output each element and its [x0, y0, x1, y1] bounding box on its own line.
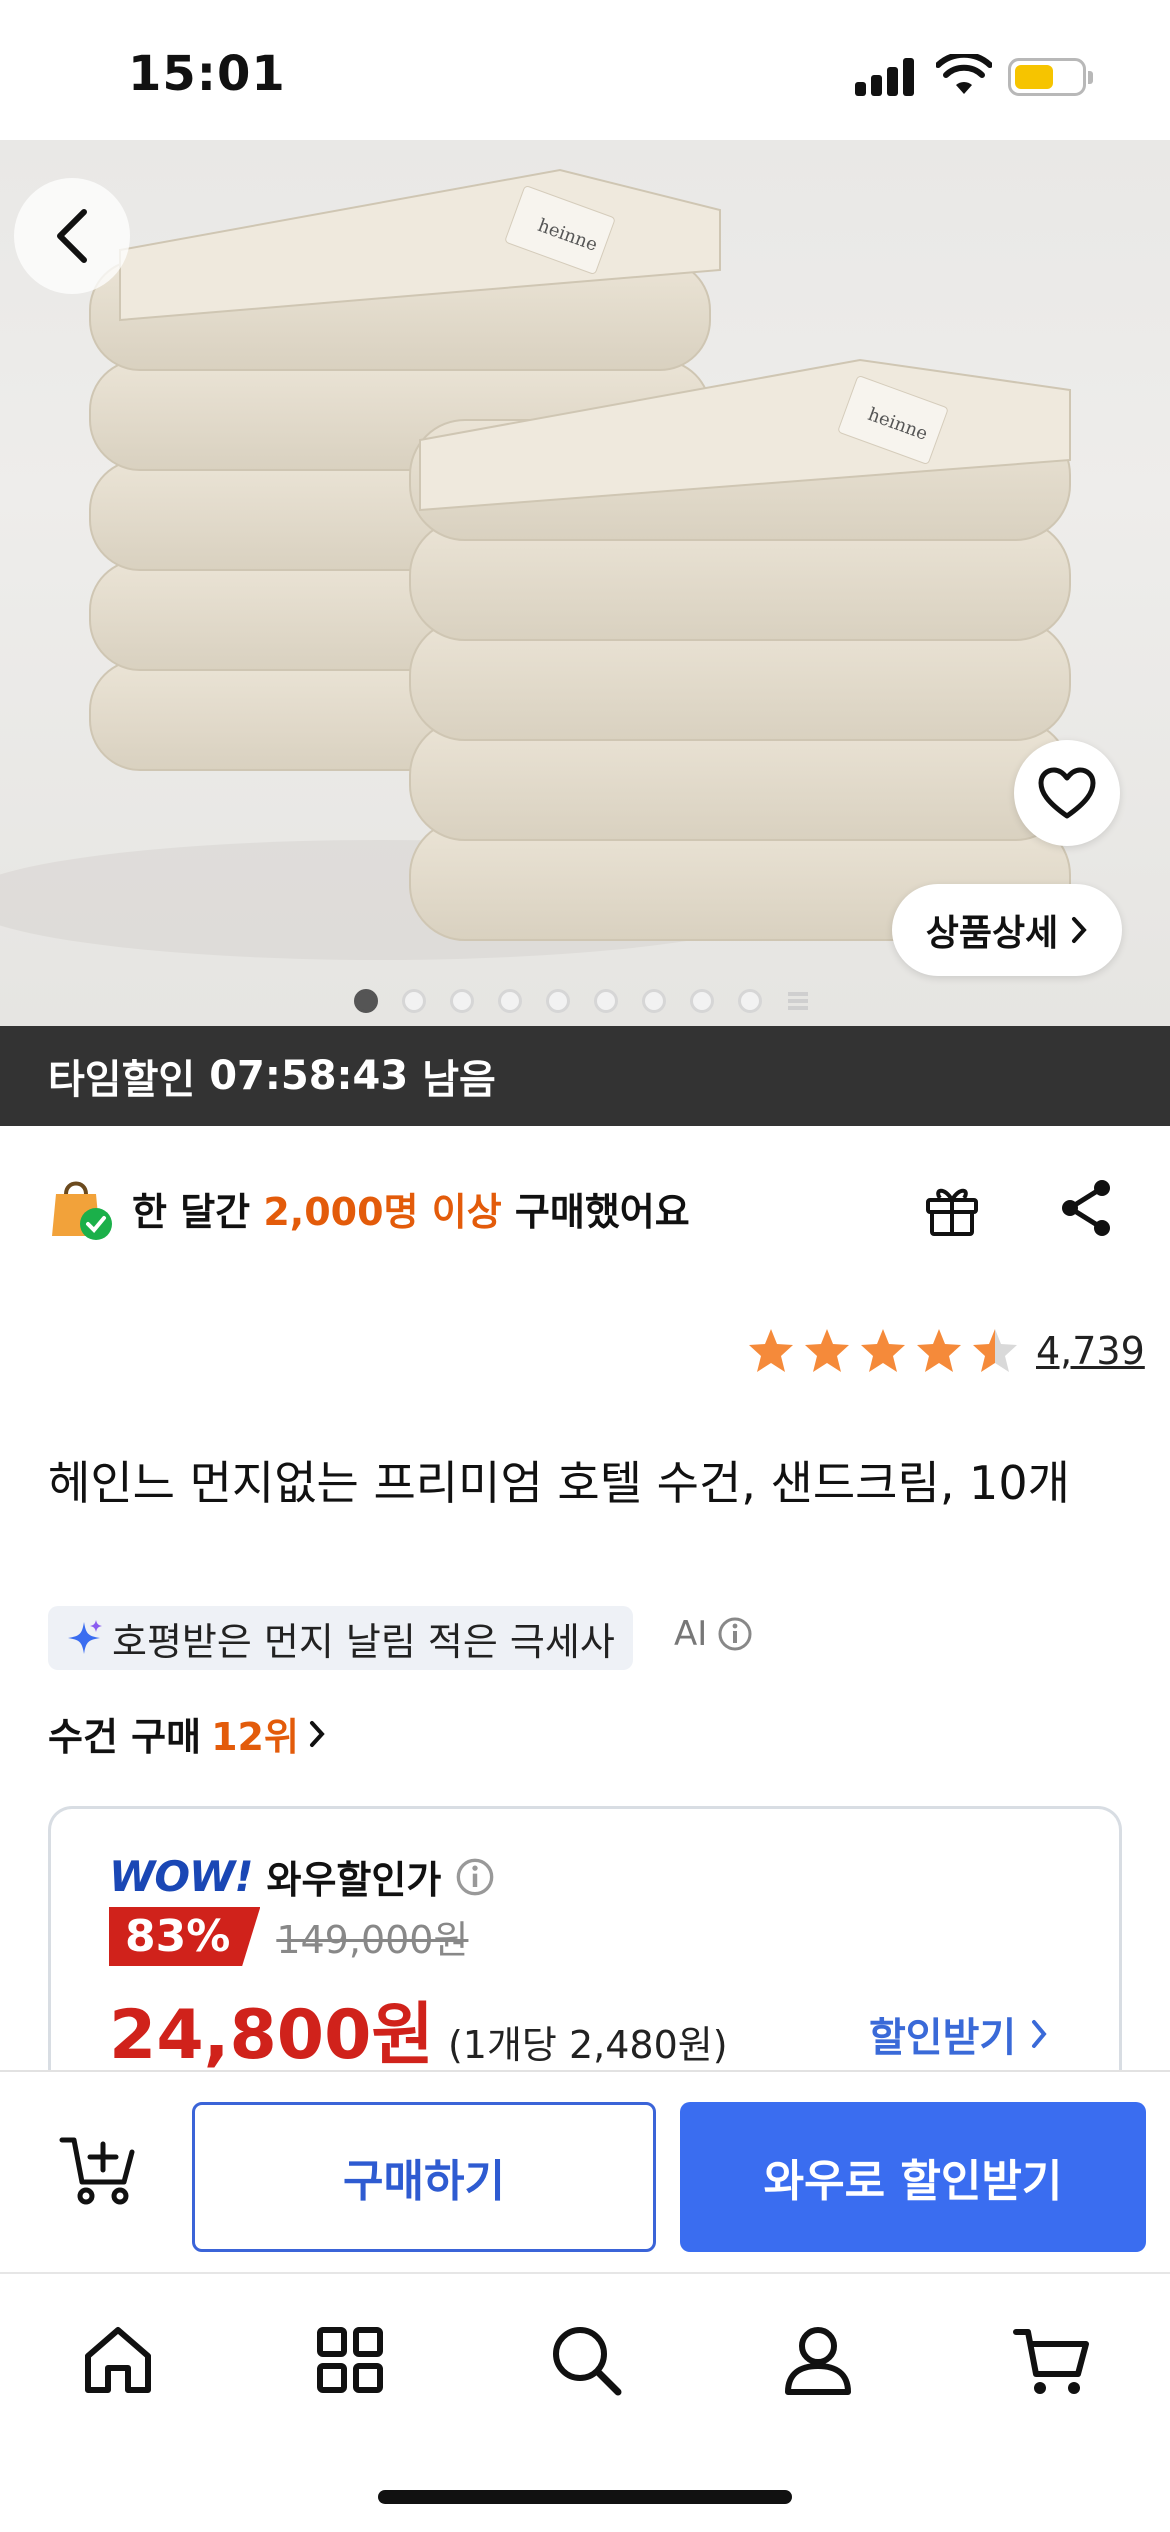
add-to-cart-icon[interactable] [58, 2130, 138, 2210]
wifi-icon [936, 54, 992, 94]
info-icon [718, 1617, 752, 1651]
carousel-dot[interactable] [450, 989, 474, 1013]
wow-price-header: WOW! 와우할인가 [109, 1849, 495, 1904]
timer-suffix: 남음 [422, 1057, 496, 1103]
get-discount-link[interactable]: 할인받기 [869, 2005, 1048, 2063]
chevron-right-icon [1032, 2020, 1047, 2048]
timer-label: 타임할인 [48, 1057, 196, 1103]
category-rank[interactable]: 수건 구매 12위 [48, 1706, 325, 1761]
back-button[interactable] [14, 178, 130, 294]
sale-row: 24,800원 (1개당 2,480원) [109, 1979, 728, 2078]
star-icon [917, 1329, 961, 1372]
star-icon [805, 1329, 849, 1372]
wow-label: 와우할인가 [266, 1858, 442, 1902]
rating-stars [746, 1326, 1020, 1376]
rank-value: 12위 [211, 1715, 299, 1759]
status-time: 15:01 [128, 46, 286, 102]
grid-view-icon[interactable] [786, 989, 810, 1013]
product-rating[interactable]: 4,739 [746, 1326, 1145, 1376]
wow-logo: WOW! [109, 1852, 254, 1901]
review-count[interactable]: 4,739 [1036, 1329, 1145, 1373]
carousel-dot[interactable] [402, 989, 426, 1013]
timer-countdown: 07:58:43 [209, 1053, 409, 1099]
product-detail-label: 상품상세 [925, 913, 1059, 954]
original-price: 149,000원 [276, 1918, 469, 1962]
chevron-right-icon [1072, 917, 1087, 943]
home-indicator [378, 2490, 792, 2504]
search-icon[interactable] [546, 2320, 626, 2400]
wow-discount-button[interactable]: 와우로 할인받기 [680, 2102, 1146, 2252]
unit-price: (1개당 2,480원) [447, 2023, 728, 2067]
cellular-signal-icon [855, 58, 915, 96]
purchase-action-bar: 구매하기 와우로 할인받기 [0, 2070, 1170, 2270]
discount-row: 83% 149,000원 [109, 1907, 468, 1966]
ai-label-text: AI [674, 1614, 708, 1654]
price-card: WOW! 와우할인가 83% 149,000원 24,800원 (1개당 2,4… [48, 1806, 1122, 2106]
ai-summary-text: 호평받은 먼지 날림 적은 극세사 [112, 1619, 615, 1664]
category-grid-icon[interactable] [310, 2320, 390, 2400]
buyers-prefix: 한 달간 [132, 1189, 251, 1234]
monthly-buyers: 한 달간 2,000명 이상 구매했어요 [48, 1170, 690, 1246]
heart-icon [1038, 767, 1096, 819]
info-icon[interactable] [455, 1857, 495, 1897]
time-sale-banner: 타임할인 07:58:43 남음 [0, 1026, 1170, 1126]
status-bar: 15:01 [0, 0, 1170, 140]
cart-icon[interactable] [1012, 2320, 1092, 2400]
buyers-count: 2,000명 이상 [263, 1189, 502, 1234]
sale-price: 24,800원 [109, 1996, 434, 2075]
share-icon[interactable] [1054, 1176, 1118, 1240]
gift-icon[interactable] [920, 1176, 984, 1240]
star-icon [973, 1329, 1017, 1372]
ai-badge[interactable]: AI [674, 1614, 753, 1654]
buy-now-button[interactable]: 구매하기 [192, 2102, 656, 2252]
product-title: 헤인느 먼지없는 프리미엄 호텔 수건, 샌드크림, 10개 [48, 1456, 1070, 1510]
carousel-dot[interactable] [354, 989, 378, 1013]
chevron-right-icon [309, 1720, 325, 1747]
battery-icon [1008, 58, 1093, 96]
star-icon [861, 1329, 905, 1372]
carousel-dot[interactable] [594, 989, 618, 1013]
carousel-dot[interactable] [690, 989, 714, 1013]
carousel-dot[interactable] [642, 989, 666, 1013]
carousel-dot[interactable] [738, 989, 762, 1013]
discount-badge: 83% [109, 1907, 261, 1966]
rank-label: 수건 구매 [48, 1715, 202, 1759]
chevron-left-icon [57, 209, 87, 263]
buyers-suffix: 구매했어요 [514, 1189, 690, 1234]
wishlist-button[interactable] [1014, 740, 1120, 846]
carousel-dot[interactable] [546, 989, 570, 1013]
get-discount-label: 할인받기 [869, 2015, 1017, 2061]
carousel-indicator [354, 989, 810, 1013]
carousel-dot[interactable] [498, 989, 522, 1013]
my-account-icon[interactable] [778, 2320, 858, 2400]
shopping-bag-check-icon [52, 1181, 112, 1240]
product-detail-button[interactable]: 상품상세 [892, 884, 1122, 976]
ai-review-summary[interactable]: 호평받은 먼지 날림 적은 극세사 [48, 1606, 633, 1670]
star-icon [749, 1329, 793, 1372]
home-icon[interactable] [78, 2320, 158, 2400]
sparkle-icon [68, 1620, 102, 1654]
